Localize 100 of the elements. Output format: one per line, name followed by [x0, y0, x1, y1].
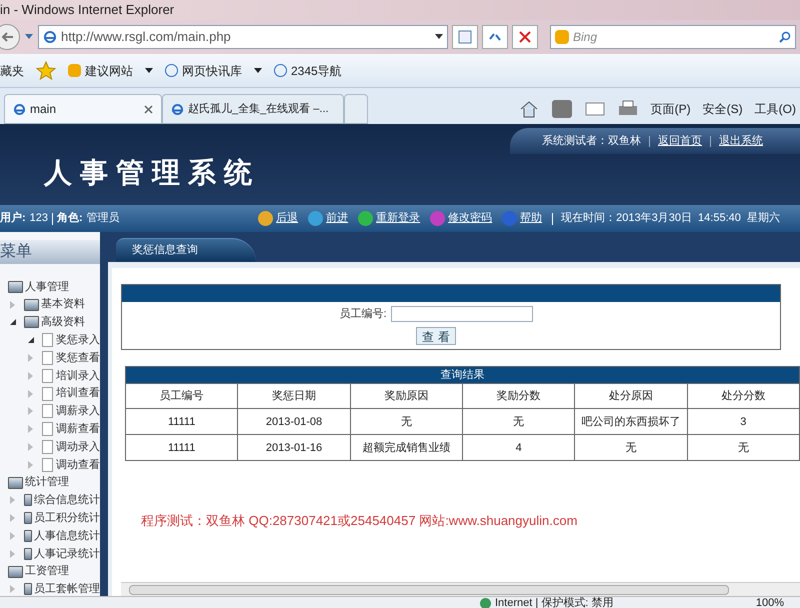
menu-item[interactable]: 培训查看: [56, 385, 100, 402]
folder-icon: [24, 530, 32, 542]
address-field[interactable]: http://www.rsgl.com/main.php: [38, 25, 448, 49]
nav-link[interactable]: 重新登录: [358, 210, 420, 227]
printer-icon[interactable]: [616, 100, 639, 118]
table-cell: 11111: [126, 408, 238, 434]
nav-link[interactable]: 前进: [308, 210, 348, 227]
content-tab[interactable]: 奖惩信息查询: [116, 238, 256, 262]
new-tab-button[interactable]: [344, 94, 368, 124]
menu-item[interactable]: 基本资料: [41, 296, 85, 313]
table-cell: 2013-01-16: [238, 434, 350, 460]
page-icon: [42, 404, 53, 418]
page-icon: [458, 30, 472, 44]
home-icon[interactable]: [518, 100, 539, 118]
search-engine-icon: [555, 30, 569, 44]
close-icon[interactable]: [144, 104, 153, 114]
menu-item[interactable]: 员工套帐管理: [34, 581, 100, 596]
table-cell: 4: [462, 434, 575, 460]
nav-link[interactable]: 帮助: [502, 210, 542, 227]
collapsed-arrow-icon[interactable]: [28, 460, 34, 469]
site-icon: [274, 64, 287, 77]
menu-item[interactable]: 调动查看: [56, 456, 100, 474]
favorite-link[interactable]: 网页快讯库: [165, 62, 242, 80]
refresh-button[interactable]: [482, 25, 508, 49]
collapsed-arrow-icon[interactable]: [10, 532, 16, 540]
menu-item[interactable]: 人事信息统计: [34, 528, 100, 544]
expanded-arrow-icon[interactable]: [10, 319, 16, 326]
back-icon: [258, 211, 274, 226]
stop-button[interactable]: [512, 25, 538, 49]
collapsed-arrow-icon[interactable]: [10, 550, 16, 558]
collapsed-arrow-icon[interactable]: [10, 300, 16, 309]
command-menu[interactable]: 安全(S): [702, 100, 743, 118]
table-cell: 3: [687, 408, 800, 434]
page-icon: [13, 102, 26, 116]
caret-icon[interactable]: [145, 68, 153, 74]
command-menu[interactable]: 页面(P): [650, 100, 691, 118]
collapsed-arrow-icon[interactable]: [28, 425, 34, 434]
favorite-link[interactable]: 2345导航: [274, 62, 342, 80]
menu-item[interactable]: 员工积分统计: [34, 510, 100, 526]
table-cell: 无: [687, 434, 800, 460]
collapsed-arrow-icon[interactable]: [28, 354, 34, 362]
table-cell: 吧公司的东西损坏了: [574, 408, 688, 434]
menu-item[interactable]: 调薪录入: [56, 403, 100, 420]
site-icon: [165, 64, 178, 77]
site-icon: [68, 64, 81, 77]
menu-item[interactable]: 奖惩查看: [56, 350, 100, 366]
menu-item[interactable]: 人事管理: [25, 278, 69, 296]
back-button[interactable]: [0, 24, 20, 50]
page-icon: [42, 386, 53, 401]
lock-icon: [430, 211, 446, 226]
menu-item[interactable]: 统计管理: [25, 474, 69, 491]
menu-item[interactable]: 人事记录统计: [34, 546, 100, 562]
scrollbar-thumb[interactable]: [129, 584, 729, 594]
table-cell: 无: [462, 408, 575, 434]
tester-label: 系统测试者：双鱼林: [542, 134, 641, 149]
menu-item[interactable]: 工资管理: [25, 563, 69, 580]
employee-id-field[interactable]: [390, 306, 533, 322]
caret-icon[interactable]: [435, 34, 443, 40]
employee-id-label: 员工编号:: [339, 307, 387, 322]
folder-icon: [24, 512, 32, 524]
browser-tab[interactable]: main: [4, 94, 162, 124]
collapsed-arrow-icon[interactable]: [28, 407, 34, 416]
folder-icon: [24, 583, 32, 596]
app-title: 人事管理系统: [44, 155, 260, 191]
header-link[interactable]: 返回首页: [658, 132, 702, 150]
view-button[interactable]: 查 看: [416, 326, 456, 344]
collapsed-arrow-icon[interactable]: [28, 372, 34, 380]
browser-tab[interactable]: 赵氏孤儿_全集_在线观看 –...: [162, 94, 344, 124]
caret-icon[interactable]: [254, 68, 262, 74]
menu-item[interactable]: 调动录入: [56, 438, 100, 456]
collapsed-arrow-icon[interactable]: [28, 443, 34, 452]
horizontal-scrollbar[interactable]: [121, 582, 800, 596]
compatibility-button[interactable]: [452, 25, 478, 49]
user-value: 123: [30, 211, 48, 226]
expanded-arrow-icon[interactable]: [28, 337, 34, 344]
header-link[interactable]: 退出系统: [719, 132, 763, 150]
nav-link[interactable]: 修改密码: [430, 210, 492, 227]
menu-item[interactable]: 培训录入: [56, 368, 100, 384]
page-icon: [171, 102, 184, 116]
collapsed-arrow-icon[interactable]: [10, 496, 16, 504]
command-menu[interactable]: 工具(O): [754, 100, 796, 118]
folder-icon: [24, 548, 32, 560]
forward-icon: [308, 211, 324, 226]
favorites-label[interactable]: 藏夹: [0, 62, 24, 80]
help-icon: [502, 211, 518, 226]
menu-item[interactable]: 高级资料: [41, 314, 85, 331]
menu-item[interactable]: 综合信息统计: [34, 492, 100, 509]
current-time: 现在时间：2013年3月30日 14:55:40 星期六: [561, 210, 780, 226]
table-cell: 无: [350, 408, 462, 434]
page-icon: [42, 351, 53, 366]
collapsed-arrow-icon[interactable]: [28, 390, 34, 398]
nav-link[interactable]: 后退: [258, 210, 298, 227]
menu-item[interactable]: 奖惩录入: [56, 332, 100, 349]
mail-icon[interactable]: [584, 102, 605, 116]
menu-item[interactable]: 调薪查看: [56, 421, 100, 438]
zoom-level[interactable]: 100%: [756, 597, 784, 608]
collapsed-arrow-icon[interactable]: [10, 514, 16, 522]
search-field[interactable]: Bing: [550, 25, 796, 49]
favorite-link[interactable]: 建议网站: [68, 62, 133, 80]
star-icon[interactable]: [36, 60, 56, 80]
